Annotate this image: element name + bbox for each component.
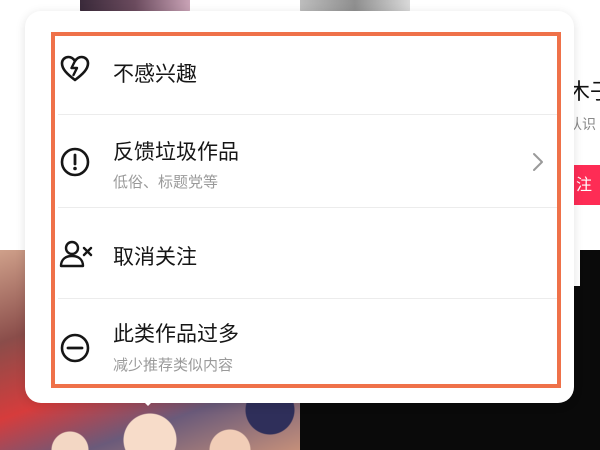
divider (58, 207, 557, 208)
menu-item-subtitle: 低俗、标题党等 (113, 173, 219, 191)
user-remove-icon (59, 238, 93, 270)
broken-heart-icon (59, 53, 91, 85)
menu-item-title: 此类作品过多 (113, 322, 239, 346)
minus-circle-icon (59, 332, 91, 364)
divider (58, 298, 557, 299)
menu-item-report-spam[interactable]: 反馈垃圾作品 低俗、标题党等 (55, 128, 557, 196)
menu-item-title: 取消关注 (113, 245, 197, 269)
chevron-right-icon (531, 152, 545, 172)
menu-item-not-interested[interactable]: 不感兴趣 (55, 48, 557, 98)
menu-item-too-many[interactable]: 此类作品过多 减少推荐类似内容 (55, 312, 557, 382)
menu-pointer (138, 396, 158, 406)
divider (58, 114, 557, 115)
menu-item-title: 反馈垃圾作品 (113, 140, 239, 164)
menu-item-subtitle: 减少推荐类似内容 (113, 356, 234, 374)
menu-item-unfollow[interactable]: 取消关注 (55, 226, 557, 282)
menu-item-title: 不感兴趣 (113, 62, 197, 86)
exclamation-circle-icon (59, 146, 91, 178)
